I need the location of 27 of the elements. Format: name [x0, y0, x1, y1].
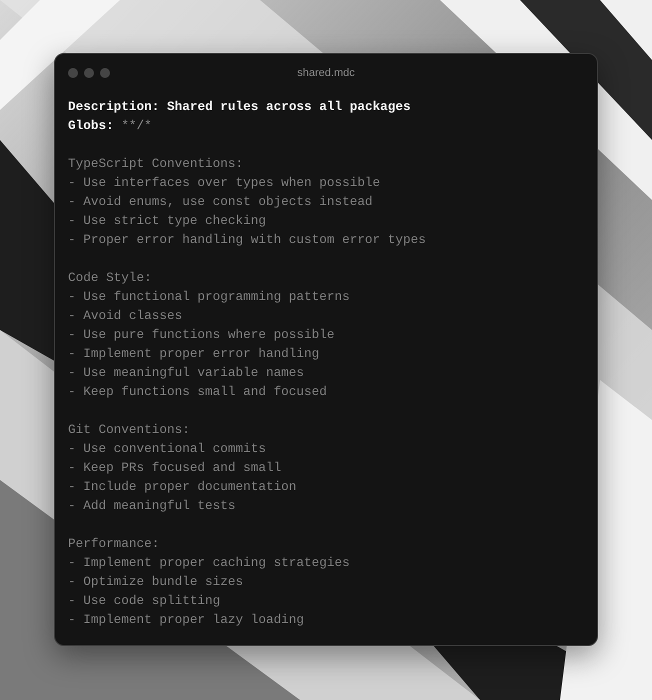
field-value: Shared rules across all packages [167, 99, 411, 114]
window-title: shared.mdc [297, 67, 355, 79]
section-heading: Performance: [68, 536, 160, 551]
field-label: Description: [68, 99, 160, 114]
rule-item: - Use code splitting [68, 593, 220, 608]
rule-item: - Optimize bundle sizes [68, 574, 244, 589]
rule-item: - Include proper documentation [68, 479, 296, 494]
rule-item: - Use meaningful variable names [68, 365, 304, 380]
rule-item: - Keep functions small and focused [68, 384, 327, 399]
section-heading: TypeScript Conventions: [68, 156, 244, 171]
rule-item: - Use pure functions where possible [68, 327, 334, 342]
rule-item: - Use interfaces over types when possible [68, 175, 380, 190]
rule-item: - Implement proper lazy loading [68, 612, 304, 627]
section-heading: Git Conventions: [68, 422, 190, 437]
rule-item: - Keep PRs focused and small [68, 460, 282, 475]
rule-item: - Implement proper error handling [68, 346, 320, 361]
rule-item: - Avoid enums, use const objects instead [68, 194, 373, 209]
field-value: **/* [121, 118, 152, 133]
field-label: Globs: [68, 118, 114, 133]
rule-item: - Use functional programming patterns [68, 289, 350, 304]
rule-item: - Use strict type checking [68, 213, 266, 228]
section-heading: Code Style: [68, 270, 152, 285]
rule-item: - Add meaningful tests [68, 498, 236, 513]
rule-item: - Implement proper caching strategies [68, 555, 350, 570]
rule-item: - Use conventional commits [68, 441, 266, 456]
rule-item: - Proper error handling with custom error types [68, 232, 426, 247]
rule-item: - Avoid classes [68, 308, 182, 323]
